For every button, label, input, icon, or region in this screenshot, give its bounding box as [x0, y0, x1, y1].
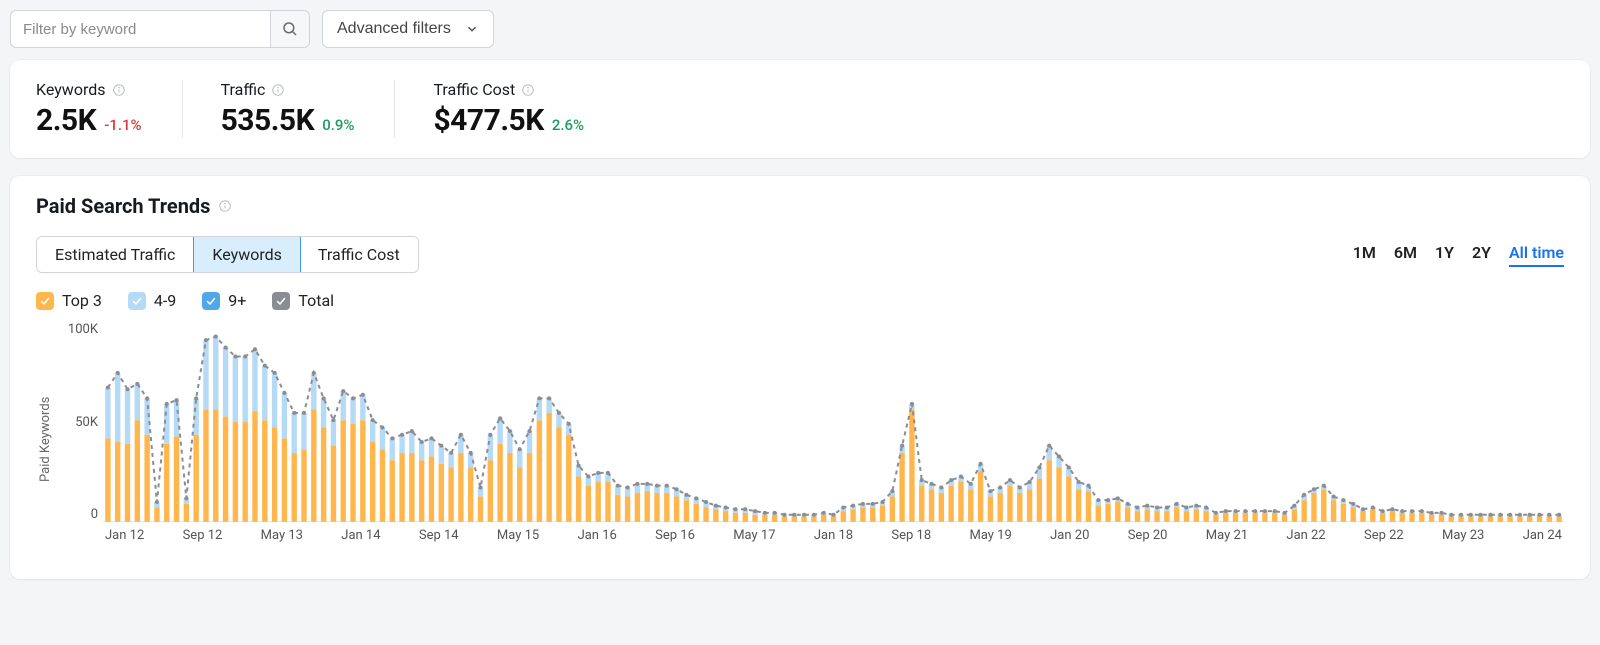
- timerange-1m[interactable]: 1M: [1353, 243, 1376, 267]
- x-tick: Sep 14: [419, 528, 459, 543]
- x-tick: May 23: [1442, 528, 1484, 543]
- y-tick: 50K: [75, 415, 98, 430]
- timerange-tabs: 1M 6M 1Y 2Y All time: [1353, 243, 1564, 267]
- chevron-down-icon: [465, 22, 479, 36]
- timerange-1y[interactable]: 1Y: [1435, 243, 1454, 267]
- x-tick: Sep 18: [891, 528, 931, 543]
- x-tick: Jan 14: [341, 528, 380, 543]
- metric-keywords-label: Keywords: [36, 80, 106, 99]
- search-icon: [281, 20, 299, 38]
- x-tick: May 17: [733, 528, 775, 543]
- x-tick: May 13: [261, 528, 303, 543]
- trends-card: Paid Search Trends Estimated Traffic Key…: [10, 176, 1590, 579]
- info-icon[interactable]: [521, 83, 535, 97]
- y-tick: 0: [91, 507, 98, 522]
- chart: Paid Keywords 100K 50K 0 Jan 12 Sep 12 May…: [36, 322, 1564, 557]
- timerange-2y[interactable]: 2Y: [1472, 243, 1491, 267]
- tab-keywords[interactable]: Keywords: [193, 236, 301, 273]
- legend-top3[interactable]: Top 3: [36, 291, 102, 310]
- metric-traffic-cost-label: Traffic Cost: [433, 80, 515, 99]
- x-tick: Jan 18: [814, 528, 853, 543]
- checkbox-icon: [202, 292, 220, 310]
- metric-traffic-cost-value: $477.5K: [433, 103, 543, 138]
- metric-keywords: Keywords 2.5K -1.1%: [36, 80, 183, 138]
- legend-9plus-label: 9+: [228, 291, 246, 310]
- info-icon[interactable]: [271, 83, 285, 97]
- chart-svg: [103, 322, 1564, 522]
- tab-traffic-cost[interactable]: Traffic Cost: [300, 237, 418, 272]
- checkbox-icon: [36, 292, 54, 310]
- x-tick: Sep 22: [1364, 528, 1404, 543]
- chart-legend: Top 3 4-9 9+ Total: [36, 291, 1564, 310]
- metric-traffic: Traffic 535.5K 0.9%: [221, 80, 396, 138]
- x-tick: Sep 20: [1128, 528, 1168, 543]
- x-tick: May 21: [1206, 528, 1248, 543]
- metric-tabs: Estimated Traffic Keywords Traffic Cost: [36, 236, 419, 273]
- y-ticks: 100K 50K 0: [58, 322, 98, 522]
- x-ticks: Jan 12 Sep 12 May 13 Jan 14 Sep 14 May 15 Jan …: [103, 528, 1564, 543]
- legend-total-label: Total: [298, 291, 334, 310]
- metric-traffic-delta: 0.9%: [322, 116, 354, 134]
- trends-title: Paid Search Trends: [36, 194, 210, 218]
- timerange-all[interactable]: All time: [1509, 243, 1564, 267]
- x-tick: Sep 16: [655, 528, 695, 543]
- x-tick: Jan 20: [1050, 528, 1089, 543]
- legend-4-9[interactable]: 4-9: [128, 291, 176, 310]
- tab-estimated-traffic[interactable]: Estimated Traffic: [37, 237, 194, 272]
- metric-traffic-cost-delta: 2.6%: [552, 116, 584, 134]
- metrics-card: Keywords 2.5K -1.1% Traffic 535.5K 0.9% …: [10, 60, 1590, 158]
- x-tick: Jan 22: [1286, 528, 1325, 543]
- search-button[interactable]: [270, 10, 310, 48]
- x-tick: May 19: [969, 528, 1011, 543]
- timerange-6m[interactable]: 6M: [1394, 243, 1417, 267]
- info-icon[interactable]: [218, 199, 232, 213]
- x-tick: Jan 16: [578, 528, 617, 543]
- legend-9plus[interactable]: 9+: [202, 291, 246, 310]
- metric-traffic-cost: Traffic Cost $477.5K 2.6%: [433, 80, 624, 138]
- x-tick: May 15: [497, 528, 539, 543]
- checkbox-icon: [128, 292, 146, 310]
- metric-traffic-value: 535.5K: [221, 103, 315, 138]
- x-tick: Sep 12: [183, 528, 223, 543]
- advanced-filters-label: Advanced filters: [337, 20, 451, 38]
- metric-keywords-value: 2.5K: [36, 103, 96, 138]
- metric-keywords-delta: -1.1%: [104, 116, 141, 134]
- info-icon[interactable]: [112, 83, 126, 97]
- advanced-filters-button[interactable]: Advanced filters: [322, 10, 494, 48]
- legend-total[interactable]: Total: [272, 291, 334, 310]
- legend-4-9-label: 4-9: [154, 291, 176, 310]
- x-tick: Jan 12: [105, 528, 144, 543]
- checkbox-icon: [272, 292, 290, 310]
- legend-top3-label: Top 3: [62, 291, 102, 310]
- metric-traffic-label: Traffic: [221, 80, 266, 99]
- x-tick: Jan 24: [1523, 528, 1562, 543]
- keyword-filter-input[interactable]: [10, 10, 270, 48]
- y-axis-label: Paid Keywords: [36, 322, 53, 557]
- y-tick: 100K: [68, 322, 98, 337]
